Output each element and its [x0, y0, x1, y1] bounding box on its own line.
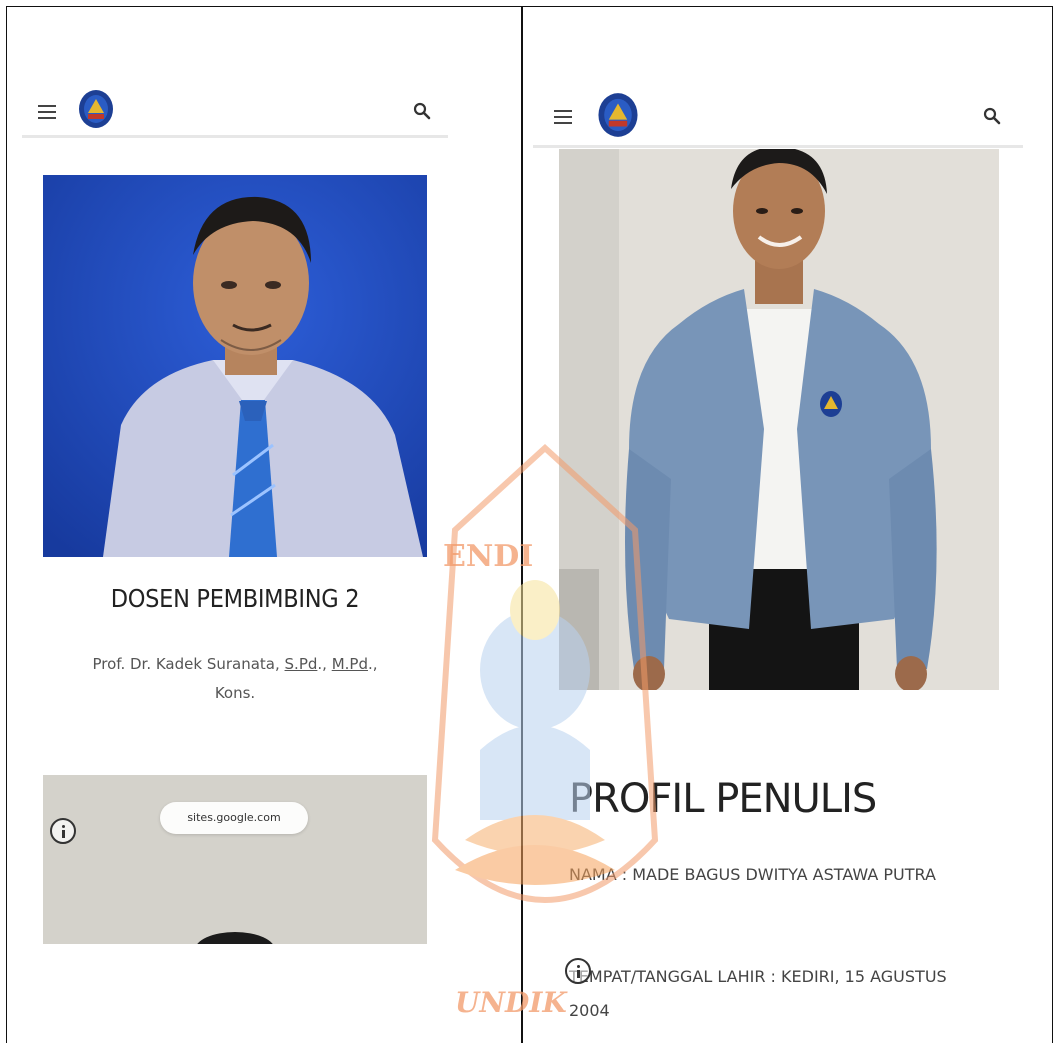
right-phone-screenshot: PROFIL PENULIS NAMA : MADE BAGUS DWITYA … — [533, 82, 1023, 1043]
hamburger-menu-icon[interactable] — [38, 105, 56, 119]
info-icon[interactable] — [565, 958, 591, 984]
search-icon[interactable] — [982, 106, 1002, 126]
separator: ., — [317, 655, 332, 673]
lecturer-photo — [43, 175, 427, 557]
right-top-bar — [533, 82, 1023, 148]
author-name-line: NAMA : MADE BAGUS DWITYA ASTAWA PUTRA — [569, 865, 936, 884]
section-title-dosen: DOSEN PEMBIMBING 2 — [110, 584, 360, 613]
university-logo-icon — [79, 90, 113, 128]
url-pill[interactable]: sites.google.com — [160, 802, 308, 834]
degree-link-mpd[interactable]: M.Pd — [332, 655, 368, 673]
separator: ., — [367, 655, 378, 673]
section-title-profil: PROFIL PENULIS — [569, 776, 877, 822]
lecturer-name-text: Prof. Dr. Kadek Suranata, S.Pd., M.Pd., … — [52, 650, 418, 708]
hamburger-menu-icon[interactable] — [554, 110, 572, 124]
lecturer-name-suffix: Kons. — [214, 684, 256, 702]
info-icon[interactable] — [50, 818, 76, 844]
left-phone-screenshot: DOSEN PEMBIMBING 2 Prof. Dr. Kadek Suran… — [22, 82, 448, 944]
table-column-divider — [521, 6, 523, 1043]
lecturer-name-part: Prof. Dr. Kadek Suranata, — [92, 655, 285, 673]
second-photo-partial — [43, 775, 427, 944]
left-top-bar — [22, 82, 448, 138]
degree-link-spd[interactable]: S.Pd — [285, 655, 318, 673]
author-birth-line: TEMPAT/TANGGAL LAHIR : KEDIRI, 15 AGUSTU… — [569, 967, 947, 1020]
author-photo — [559, 149, 999, 690]
search-icon[interactable] — [412, 101, 432, 121]
university-logo-icon — [598, 93, 638, 137]
